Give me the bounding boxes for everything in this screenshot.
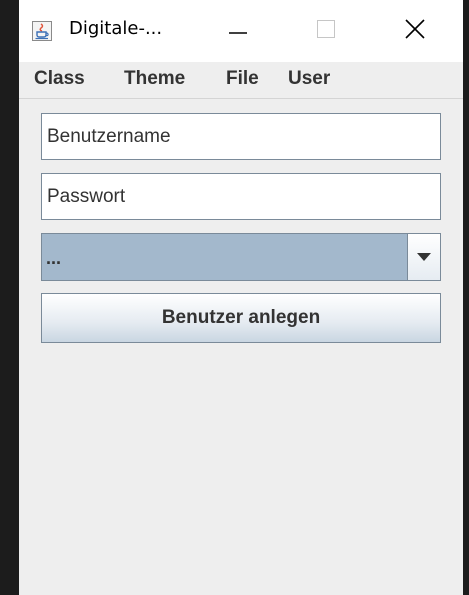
minimize-icon (229, 22, 247, 40)
close-button[interactable] (395, 0, 435, 62)
role-select-dropdown-button[interactable] (407, 234, 440, 280)
app-window: Digitale-... Class Theme File User Benut… (19, 0, 463, 595)
window-title: Digitale-... (69, 18, 163, 39)
title-bar[interactable]: Digitale-... (19, 0, 463, 62)
minimize-button[interactable] (218, 0, 258, 62)
menu-bar: Class Theme File User (19, 62, 463, 99)
password-field[interactable] (41, 173, 441, 220)
java-cup-icon (32, 21, 52, 41)
close-icon (405, 18, 425, 44)
create-user-button[interactable]: Benutzer anlegen (41, 293, 441, 343)
maximize-icon (317, 19, 335, 43)
menu-class[interactable]: Class (34, 68, 85, 90)
menu-theme[interactable]: Theme (124, 68, 185, 90)
role-select[interactable]: ... (41, 233, 441, 281)
maximize-button[interactable] (306, 0, 346, 62)
menu-file[interactable]: File (226, 68, 259, 90)
role-select-value: ... (46, 248, 62, 268)
menu-user[interactable]: User (288, 68, 330, 90)
username-field[interactable] (41, 113, 441, 160)
chevron-down-icon (417, 248, 431, 266)
